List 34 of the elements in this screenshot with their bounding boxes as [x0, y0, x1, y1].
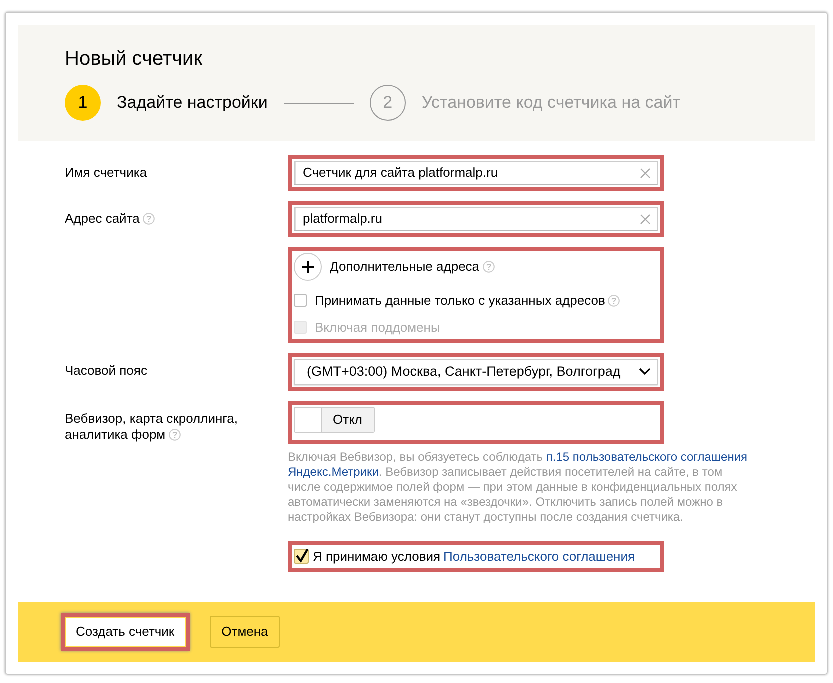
agreement-link[interactable]: п.15 пользовательского соглашения: [546, 450, 748, 464]
text-field[interactable]: platformalp.ru: [294, 207, 658, 231]
add-button[interactable]: [294, 253, 322, 281]
step-number: 1: [65, 85, 101, 121]
help-icon[interactable]: [168, 429, 181, 441]
cancel-button[interactable]: Отмена: [210, 616, 280, 648]
toggle-switch[interactable]: Откл: [294, 407, 374, 433]
plus-icon: [302, 261, 314, 273]
chevron-icon: [639, 368, 651, 376]
text-field[interactable]: Счетчик для сайта platformalp.ru: [294, 161, 658, 185]
agreement-text: Я принимаю условия: [313, 548, 441, 566]
notice-paragraph: Включая Вебвизор, вы обязуетесь соблюдать п.15 пользовательского соглашения Яндекс.Метрики. Вебвизор записывает действия посетителей на сайте, в том числе содержимое полей форм — при этом данные в конфиденциальных полях автоматически заменяются на «звездочки». Отключить запись полей можно в настройках Вебвизора: они станут доступны после создания счетчика.: [288, 450, 749, 524]
field-label: Имя счетчика: [65, 165, 148, 180]
step-number: 2: [370, 85, 406, 121]
step-label: Задайте настройки: [117, 92, 268, 114]
timezone-select[interactable]: (GMT+03:00) Москва, Санкт-Петербург, Волгоград: [294, 359, 658, 385]
clear-icon[interactable]: [640, 214, 651, 224]
agreement-link[interactable]: Пользовательского соглашения: [444, 546, 636, 566]
help-icon[interactable]: [482, 261, 495, 274]
help-icon[interactable]: [608, 295, 620, 307]
field-label: Часовой пояс: [65, 363, 148, 378]
field-label: Адрес сайта: [65, 211, 155, 226]
checkbox-label: Включая поддомены: [315, 318, 440, 337]
create-button[interactable]: Создать счетчик: [66, 618, 185, 646]
field-label: Вебвизор, карта скроллинга, аналитика форм: [65, 411, 238, 442]
add-addresses-label: Дополнительные адреса: [330, 257, 495, 277]
clear-icon[interactable]: [640, 168, 651, 178]
checkbox[interactable]: [294, 294, 307, 308]
page-title: Новый счетчик: [65, 47, 204, 71]
step-label: Установите код счетчика на сайт: [422, 92, 681, 114]
agreement-link[interactable]: Яндекс.Метрики: [288, 464, 379, 478]
checkbox[interactable]: [294, 548, 309, 564]
help-icon[interactable]: [142, 213, 155, 225]
checkbox-label: Принимать данные только с указанных адресов: [315, 291, 620, 310]
